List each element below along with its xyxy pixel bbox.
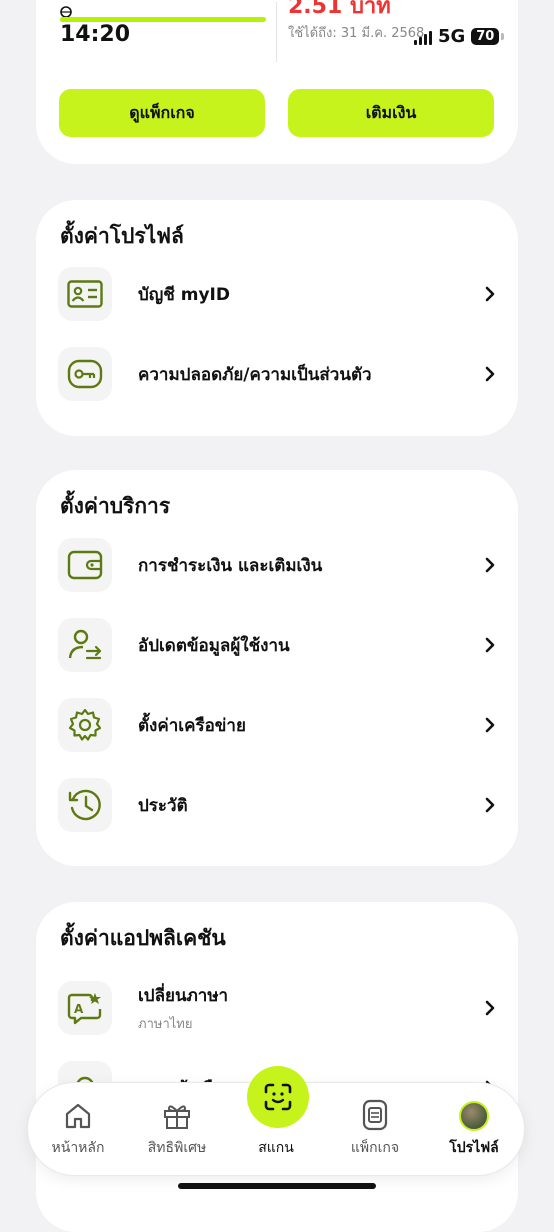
history-row[interactable]: ประวัติ — [58, 777, 498, 833]
tab-label: สิทธิพิเศษ — [147, 1140, 207, 1156]
home-indicator — [178, 1183, 376, 1189]
battery-cap — [501, 33, 505, 40]
payment-topup-row[interactable]: การชำระเงิน และเติมเงิน — [58, 537, 498, 593]
network-settings-row[interactable]: ตั้งค่าเครือข่าย — [58, 697, 498, 753]
divider — [276, 2, 277, 62]
svg-text:A: A — [74, 1002, 84, 1016]
gear-icon — [58, 698, 112, 752]
row-label: บัญชี myID — [138, 284, 230, 305]
home-icon — [65, 1103, 91, 1129]
sim-package-icon — [362, 1099, 388, 1131]
history-icon — [58, 778, 112, 832]
tab-package[interactable]: แพ็กเกจ — [330, 1097, 420, 1161]
tab-label: แพ็กเกจ — [350, 1140, 400, 1156]
chevron-right-icon — [485, 557, 495, 573]
tab-label: โปรไฟล์ — [449, 1140, 499, 1156]
tab-label: สแกน — [258, 1140, 294, 1156]
key-icon — [58, 347, 112, 401]
service-settings-card: ตั้งค่าบริการ การชำระเงิน และเติมเงิน อั… — [36, 470, 518, 866]
row-label: ตั้งค่าเครือข่าย — [138, 715, 246, 736]
status-indicators: 5G 70 — [414, 26, 505, 47]
wallet-icon — [58, 538, 112, 592]
tab-label: หน้าหลัก — [51, 1140, 105, 1156]
view-package-button[interactable]: ดูแพ็กเกจ — [59, 89, 265, 137]
user-swap-icon — [58, 618, 112, 672]
chevron-right-icon — [485, 366, 495, 382]
tab-profile[interactable]: โปรไฟล์ — [429, 1097, 519, 1161]
row-label: เปลี่ยนภาษา — [138, 986, 229, 1006]
scan-button[interactable] — [247, 1066, 309, 1128]
profile-settings-title: ตั้งค่าโปรไฟล์ — [60, 224, 184, 248]
tab-home[interactable]: หน้าหลัก — [33, 1097, 123, 1161]
expiry-date: ใช้ได้ถึง: 31 มี.ค. 2568 — [288, 26, 425, 41]
row-label: การชำระเงิน และเติมเงิน — [138, 555, 323, 576]
security-privacy-row[interactable]: ความปลอดภัย/ความเป็นส่วนตัว — [58, 346, 498, 402]
app-settings-title: ตั้งค่าแอปพลิเคชัน — [60, 926, 226, 950]
network-type: 5G — [438, 26, 466, 47]
balance-amount: 2.51 บาท — [288, 0, 391, 19]
profile-settings-card: ตั้งค่าโปรไฟล์ บัญชี myID ความปลอดภัย/คว… — [36, 200, 518, 436]
row-label: อัปเดตข้อมูลผู้ใช้งาน — [138, 635, 290, 656]
status-time: 14:20 — [60, 22, 131, 47]
change-language-row[interactable]: A เปลี่ยนภาษา ภาษาไทย — [58, 980, 498, 1036]
chevron-right-icon — [485, 286, 495, 302]
row-label: ความปลอดภัย/ความเป็นส่วนตัว — [138, 364, 372, 385]
battery-icon: 70 — [471, 28, 500, 45]
gift-icon — [164, 1105, 190, 1129]
balance-card: 14:20 2.51 บาท ใช้ได้ถึง: 31 มี.ค. 2568 … — [36, 0, 518, 164]
update-user-info-row[interactable]: อัปเดตข้อมูลผู้ใช้งาน — [58, 617, 498, 673]
myid-account-row[interactable]: บัญชี myID — [58, 266, 498, 322]
chevron-right-icon — [485, 637, 495, 653]
service-settings-title: ตั้งค่าบริการ — [60, 494, 171, 518]
id-card-icon — [58, 267, 112, 321]
signal-icon — [414, 29, 432, 45]
current-language: ภาษาไทย — [138, 1017, 193, 1032]
avatar — [459, 1101, 489, 1131]
topup-button[interactable]: เติมเงิน — [288, 89, 494, 137]
chevron-right-icon — [485, 797, 495, 813]
translate-icon: A — [58, 981, 112, 1035]
scan-icon — [264, 1083, 292, 1111]
tab-privileges[interactable]: สิทธิพิเศษ — [132, 1097, 222, 1161]
chevron-right-icon — [485, 717, 495, 733]
row-label: ประวัติ — [138, 795, 188, 816]
chevron-right-icon — [485, 1000, 495, 1016]
